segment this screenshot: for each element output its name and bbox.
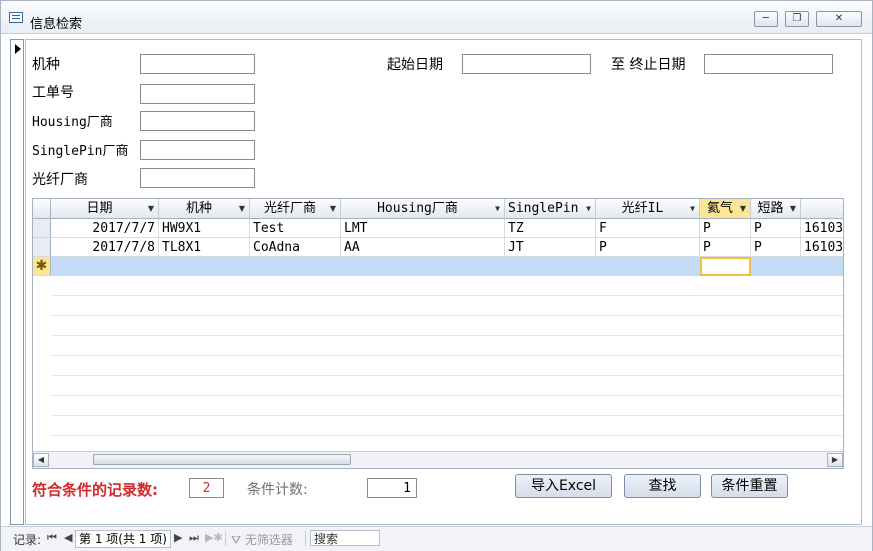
grid-line (51, 375, 843, 376)
grid-line (51, 355, 843, 356)
table-cell[interactable]: 2017/7/8 (51, 238, 159, 257)
grid-line (51, 395, 843, 396)
table-cell[interactable]: 16103 (801, 219, 843, 238)
table-cell[interactable]: CoAdna (250, 238, 341, 257)
record-navigation-bar: 记录: ⏮ ◀ 第 1 项(共 1 项) ▶ ⏭ ▶✱ ⛛ 无筛选器 搜索 (1, 526, 872, 551)
divider (305, 531, 306, 546)
table-cell[interactable]: 16103 (801, 238, 843, 257)
row-selector[interactable] (33, 219, 51, 238)
grid-line (51, 295, 843, 296)
table-cell[interactable]: P (751, 219, 801, 238)
column-header-singlepin[interactable]: SinglePin ▼ (505, 199, 596, 219)
end-date-field[interactable] (704, 54, 833, 74)
table-cell[interactable]: F (596, 219, 700, 238)
search-input[interactable]: 搜索 (310, 530, 380, 546)
column-header-date[interactable]: 日期 ▼ (51, 199, 159, 219)
match-count-field: 2 (189, 478, 224, 498)
table-cell[interactable]: 2017/7/7 (51, 219, 159, 238)
scroll-left-icon[interactable]: ◀ (33, 453, 49, 467)
filter-label: 无筛选器 (244, 533, 293, 547)
last-record-icon[interactable]: ⏭ (189, 531, 199, 545)
new-record-nav-icon[interactable]: ▶✱ (205, 531, 223, 544)
table-cell[interactable]: P (596, 238, 700, 257)
close-icon[interactable]: ✕ (816, 11, 862, 27)
form-icon (9, 12, 23, 23)
reset-conditions-button[interactable]: 条件重置 (711, 474, 788, 498)
fiber-vendor-field[interactable] (140, 168, 255, 188)
table-cell[interactable]: P (700, 219, 751, 238)
first-record-icon[interactable]: ⏮ (47, 531, 57, 545)
dropdown-arrow-icon[interactable]: ▼ (239, 199, 245, 218)
condition-count-label: 条件计数: (247, 482, 308, 498)
column-header-short-circuit[interactable]: 短路 ▼ (751, 199, 801, 219)
row-selector[interactable] (33, 238, 51, 257)
find-button[interactable]: 查找 (624, 474, 701, 498)
column-header-model[interactable]: 机种 ▼ (159, 199, 250, 219)
dropdown-arrow-icon[interactable]: ▼ (740, 199, 746, 218)
dropdown-arrow-icon[interactable]: ▼ (330, 199, 336, 218)
column-header-overflow[interactable] (801, 199, 843, 219)
start-date-label: 起始日期 (387, 57, 443, 73)
condition-count-field: 1 (367, 478, 417, 498)
select-all-corner[interactable] (33, 199, 51, 219)
grid-line (51, 315, 843, 316)
column-header-fiber-vendor[interactable]: 光纤厂商 ▼ (250, 199, 341, 219)
workorder-label: 工单号 (32, 85, 74, 101)
next-record-icon[interactable]: ▶ (174, 531, 182, 544)
previous-record-icon[interactable]: ◀ (64, 531, 72, 544)
dropdown-arrow-icon[interactable]: ▼ (790, 199, 796, 218)
grid-line (51, 435, 843, 436)
record-position-field[interactable]: 第 1 项(共 1 项) (75, 530, 171, 548)
window-controls: ─ ❐ ✕ (751, 11, 862, 27)
singlepin-vendor-field[interactable] (140, 140, 255, 160)
fiber-vendor-label: 光纤厂商 (32, 172, 88, 188)
window-title: 信息检索 (30, 17, 83, 32)
model-field[interactable] (140, 54, 255, 74)
singlepin-vendor-label: SinglePin厂商 (32, 144, 129, 159)
column-header-helium[interactable]: 氦气 ▼ (700, 199, 751, 219)
column-header-housing-vendor[interactable]: Housing厂商 ▼ (341, 199, 505, 219)
filter-status[interactable]: ⛛ 无筛选器 (231, 531, 293, 548)
grid-line (51, 335, 843, 336)
table-cell[interactable]: AA (341, 238, 505, 257)
minimize-icon[interactable]: ─ (753, 11, 778, 27)
import-excel-button[interactable]: 导入Excel (515, 474, 612, 498)
table-cell[interactable]: JT (505, 238, 596, 257)
table-cell[interactable]: P (751, 238, 801, 257)
table-cell[interactable]: P (700, 238, 751, 257)
scroll-right-icon[interactable]: ▶ (827, 453, 843, 467)
active-cell[interactable] (700, 257, 751, 276)
table-cell[interactable]: HW9X1 (159, 219, 250, 238)
results-datasheet[interactable]: 日期 ▼ 机种 ▼ 光纤厂商 ▼ Housing厂商 ▼ SinglePin ▼ 光纤IL… (32, 198, 844, 469)
match-count-label: 符合条件的记录数: (32, 481, 158, 499)
dropdown-arrow-icon[interactable]: ▼ (690, 199, 695, 218)
table-cell[interactable]: LMT (341, 219, 505, 238)
scroll-thumb[interactable] (93, 454, 351, 465)
dropdown-arrow-icon[interactable]: ▼ (495, 199, 500, 218)
dropdown-arrow-icon[interactable]: ▼ (586, 199, 591, 218)
dropdown-arrow-icon[interactable]: ▼ (148, 199, 154, 218)
table-cell[interactable]: Test (250, 219, 341, 238)
divider (225, 531, 226, 546)
end-date-label: 至 终止日期 (611, 57, 686, 73)
title-bar: 信息检索 ─ ❐ ✕ (1, 1, 872, 34)
record-selector[interactable] (10, 39, 24, 525)
housing-vendor-field[interactable] (140, 111, 255, 131)
table-cell[interactable]: TZ (505, 219, 596, 238)
workorder-field[interactable] (140, 84, 255, 104)
grid-line (51, 415, 843, 416)
column-header-fiber-il[interactable]: 光纤IL ▼ (596, 199, 700, 219)
new-record-icon[interactable]: ✱ (33, 257, 51, 276)
model-label: 机种 (32, 57, 60, 73)
current-record-arrow-icon (15, 44, 21, 54)
horizontal-scrollbar[interactable]: ◀ ▶ (33, 451, 843, 468)
start-date-field[interactable] (462, 54, 591, 74)
restore-icon[interactable]: ❐ (784, 11, 809, 27)
filter-icon: ⛛ (231, 533, 242, 547)
table-cell[interactable]: TL8X1 (159, 238, 250, 257)
access-form-window: 信息检索 ─ ❐ ✕ 机种 工单号 Housing厂商 SinglePin厂商 … (0, 0, 873, 551)
housing-vendor-label: Housing厂商 (32, 115, 113, 130)
record-label: 记录: (13, 533, 42, 547)
